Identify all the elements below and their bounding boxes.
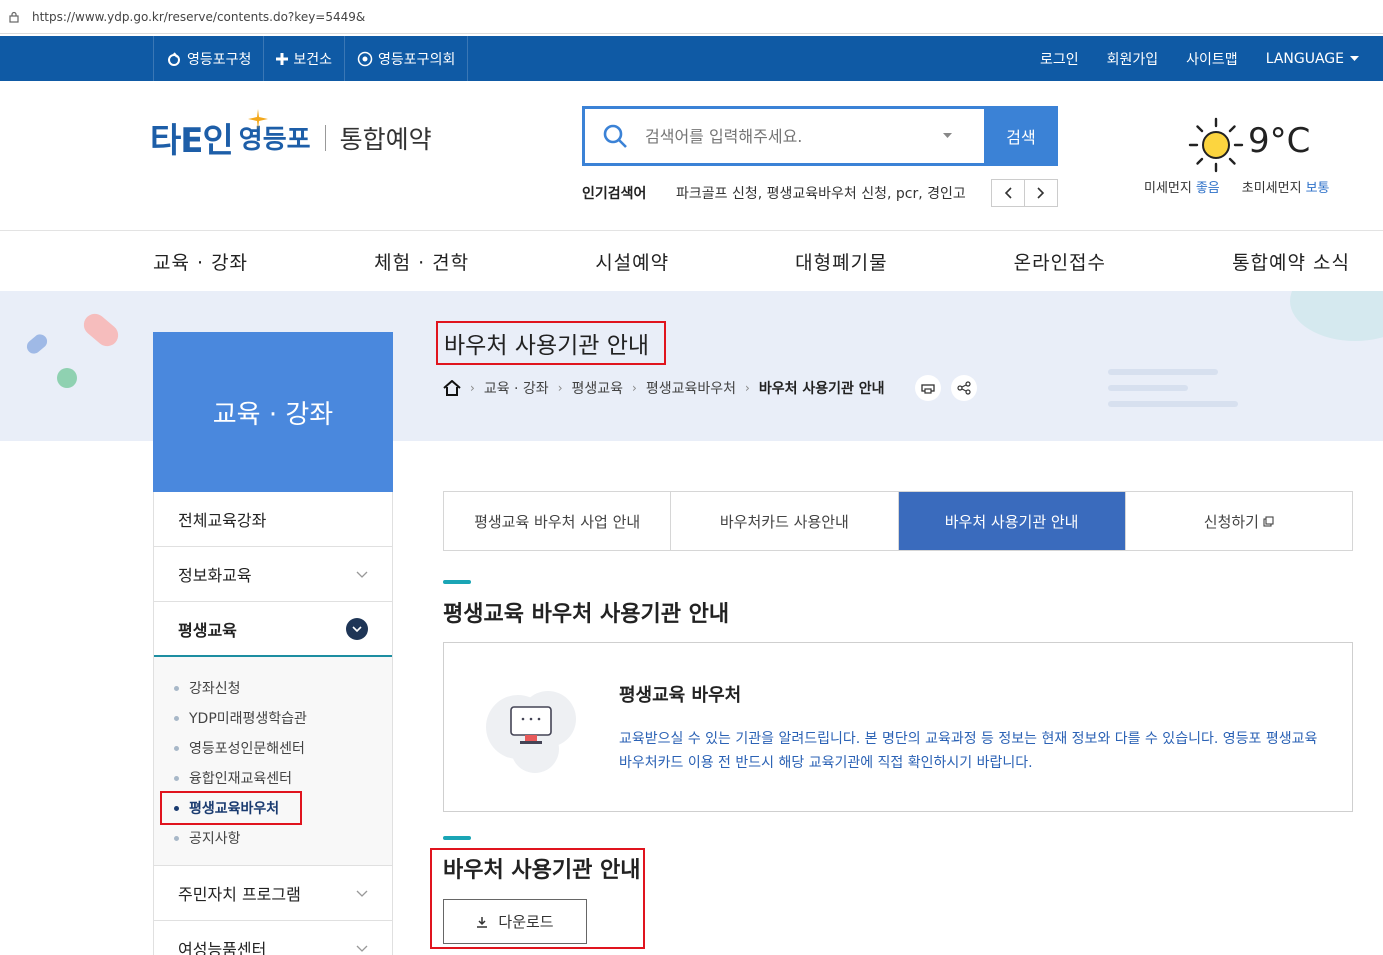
caret-down-icon bbox=[1350, 55, 1359, 61]
gnb-facility[interactable]: 시설예약 bbox=[595, 248, 669, 275]
home-icon bbox=[443, 380, 461, 396]
site-link-district-council[interactable]: 영등포구의회 bbox=[345, 36, 469, 81]
sidebar-item-lifelong-education[interactable]: 평생교육 bbox=[154, 602, 392, 657]
tab-voucher-program[interactable]: 평생교육 바우처 사업 안내 bbox=[444, 492, 672, 550]
language-dropdown[interactable]: LANGUAGE bbox=[1266, 51, 1359, 67]
tab-card-usage[interactable]: 바우처카드 사용안내 bbox=[671, 492, 899, 550]
info-title: 평생교육 바우처 bbox=[619, 685, 742, 706]
login-link[interactable]: 로그인 bbox=[1040, 49, 1079, 69]
search-box: 검색 bbox=[582, 106, 1058, 166]
sun-icon bbox=[1188, 117, 1244, 177]
section-marker bbox=[443, 836, 471, 840]
logo-service-title: 통합예약 bbox=[339, 124, 432, 154]
decoration-shape bbox=[24, 331, 50, 357]
sidebar-item-it-education[interactable]: 정보화교육 bbox=[154, 547, 392, 602]
tab-apply[interactable]: 신청하기 bbox=[1126, 492, 1352, 550]
submenu-item[interactable]: YDP미래평생학습관 bbox=[172, 703, 392, 733]
share-icon bbox=[956, 381, 971, 395]
monitor-illustration-icon bbox=[480, 679, 580, 783]
decoration-line bbox=[1108, 385, 1188, 391]
new-window-icon bbox=[1263, 515, 1274, 527]
gnb-bulky-waste[interactable]: 대형폐기물 bbox=[795, 248, 887, 275]
info-box: 평생교육 바우처 교육받으실 수 있는 기관을 알려드립니다. 본 명단의 교육… bbox=[443, 642, 1353, 812]
info-description: 교육받으실 수 있는 기관을 알려드립니다. 본 명단의 교육과정 등 정보는 … bbox=[619, 731, 1318, 771]
lock-icon bbox=[8, 11, 20, 23]
sidebar-submenu: 강좌신청 YDP미래평생학습관 영등포성인문해센터 융합인재교육센터 평생교육바… bbox=[154, 657, 392, 866]
section-title: 평생교육 바우처 사용기관 안내 bbox=[443, 602, 730, 627]
popular-keywords: 인기검색어 파크골프 신청, 평생교육바우처 신청, pcr, 경인고 bbox=[582, 178, 1058, 208]
temperature: 9°C bbox=[1248, 121, 1311, 161]
breadcrumb-item[interactable]: 평생교육바우처 bbox=[646, 378, 736, 398]
page-title: 바우처 사용기관 안내 bbox=[436, 321, 666, 365]
submenu-item[interactable]: 융합인재교육센터 bbox=[172, 763, 392, 793]
search-icon bbox=[585, 123, 645, 149]
logo-separator bbox=[324, 124, 326, 151]
gnb-experience[interactable]: 체험 · 견학 bbox=[374, 248, 469, 275]
search-input[interactable] bbox=[645, 126, 935, 146]
print-icon bbox=[920, 384, 935, 394]
browser-url-bar[interactable]: https://www.ydp.go.kr/reserve/contents.d… bbox=[0, 0, 1383, 34]
breadcrumb: › 교육 · 강좌 › 평생교육 › 평생교육바우처 › 바우처 사용기관 안내 bbox=[443, 375, 977, 401]
popular-next-button[interactable] bbox=[1024, 179, 1058, 207]
dust-status: 미세먼지 좋음 bbox=[1144, 181, 1220, 196]
sparkle-icon bbox=[248, 109, 268, 133]
search-dropdown-icon[interactable] bbox=[935, 133, 959, 139]
decoration-shape bbox=[79, 309, 123, 351]
chevron-right-icon bbox=[1037, 187, 1045, 199]
submenu-item[interactable]: 공지사항 bbox=[172, 823, 392, 853]
decoration-line bbox=[1108, 401, 1238, 407]
highlight-box bbox=[160, 791, 302, 825]
breadcrumb-item[interactable]: 교육 · 강좌 bbox=[484, 378, 549, 398]
share-button[interactable] bbox=[950, 375, 977, 401]
chevron-down-icon bbox=[346, 617, 368, 640]
signup-link[interactable]: 회원가입 bbox=[1107, 49, 1159, 69]
chevron-left-icon bbox=[1004, 187, 1012, 199]
gnb-education[interactable]: 교육 · 강좌 bbox=[153, 248, 248, 275]
sidebar-item-community-program[interactable]: 주민자치 프로그램 bbox=[154, 866, 392, 921]
sidebar-title: 교육 · 강좌 bbox=[153, 332, 393, 492]
council-emblem-icon bbox=[357, 51, 373, 66]
gnb-news[interactable]: 통합예약 소식 bbox=[1232, 248, 1350, 275]
popular-prev-button[interactable] bbox=[991, 179, 1025, 207]
top-utility-bar: 영등포구청 보건소 영등포구의회 로그인 회원가입 사이트맵 LANGUAGE bbox=[0, 36, 1383, 81]
breadcrumb-current: 바우처 사용기관 안내 bbox=[758, 381, 885, 397]
chevron-down-icon bbox=[356, 945, 368, 952]
district-logo-icon bbox=[168, 51, 180, 66]
site-link-health-center[interactable]: 보건소 bbox=[264, 36, 346, 81]
decoration-line bbox=[1108, 369, 1218, 375]
site-logo[interactable]: 타Ε인 영등포 통합예약 bbox=[150, 109, 432, 162]
site-header: 타Ε인 영등포 통합예약 검색 인기검색어 파크골프 신청, 평생교육바우처 신… bbox=[0, 81, 1383, 231]
chevron-down-icon bbox=[356, 890, 368, 897]
weather-widget: 9°C 미세먼지 좋음 초미세먼지 보통 bbox=[1140, 111, 1360, 201]
popular-label: 인기검색어 bbox=[582, 186, 647, 202]
decoration-shape bbox=[57, 368, 77, 388]
sidebar-item-all-courses[interactable]: 전체교육강좌 bbox=[154, 492, 392, 547]
decoration-shape bbox=[1290, 291, 1383, 341]
search-button[interactable]: 검색 bbox=[984, 106, 1058, 166]
sitemap-link[interactable]: 사이트맵 bbox=[1186, 49, 1238, 69]
content-tabs: 평생교육 바우처 사업 안내 바우처카드 사용안내 바우처 사용기관 안내 신청… bbox=[443, 491, 1353, 551]
gnb-online[interactable]: 온라인접수 bbox=[1014, 248, 1106, 275]
tab-voucher-institutions[interactable]: 바우처 사용기관 안내 bbox=[898, 492, 1126, 550]
section-marker bbox=[443, 580, 471, 584]
site-link-district-office[interactable]: 영등포구청 bbox=[154, 36, 265, 81]
fine-dust-status: 초미세먼지 보통 bbox=[1241, 181, 1330, 196]
sidebar-item-women-center[interactable]: 여성능품센터 bbox=[154, 921, 392, 955]
submenu-item[interactable]: 영등포성인문해센터 bbox=[172, 733, 392, 763]
download-button[interactable]: 다운로드 bbox=[443, 899, 587, 944]
main-navigation: 교육 · 강좌 체험 · 견학 시설예약 대형폐기물 온라인접수 통합예약 소식 bbox=[153, 231, 1350, 291]
cross-icon bbox=[276, 52, 289, 65]
submenu-item-voucher[interactable]: 평생교육바우처 bbox=[160, 791, 392, 825]
logo-brand-text: 타Ε인 bbox=[150, 121, 234, 161]
submenu-item[interactable]: 강좌신청 bbox=[172, 673, 392, 703]
chevron-down-icon bbox=[356, 571, 368, 578]
download-icon bbox=[477, 916, 488, 928]
url-text: https://www.ydp.go.kr/reserve/contents.d… bbox=[32, 9, 366, 24]
popular-keyword-list[interactable]: 파크골프 신청, 평생교육바우처 신청, pcr, 경인고 bbox=[676, 183, 980, 203]
print-button[interactable] bbox=[914, 375, 941, 401]
sidebar-menu: 전체교육강좌 정보화교육 평생교육 강좌신청 YDP미래평생학습관 영등포성인문… bbox=[153, 492, 393, 955]
breadcrumb-item[interactable]: 평생교육 bbox=[572, 378, 624, 398]
